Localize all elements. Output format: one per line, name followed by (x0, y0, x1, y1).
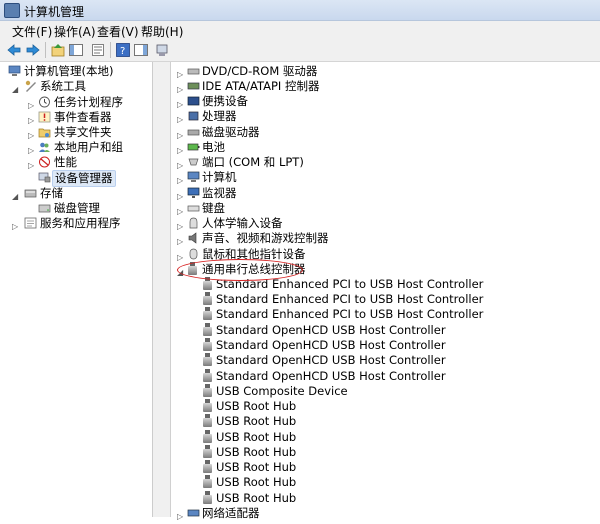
portable-device-icon (187, 96, 200, 106)
toolbar: ? (0, 39, 600, 62)
svg-text:?: ? (120, 46, 125, 57)
expand-icon[interactable]: ▷ (177, 128, 183, 143)
ide-controller-icon (187, 82, 200, 90)
menu-help[interactable]: 帮助(H) (141, 23, 183, 40)
storage-icon (24, 189, 37, 198)
expand-icon[interactable]: ▷ (177, 82, 183, 97)
title-bar: 计算机管理 (0, 0, 600, 21)
monitor-icon (187, 187, 200, 198)
performance-icon (39, 156, 50, 168)
expand-icon[interactable]: ▷ (28, 143, 34, 158)
menu-view[interactable]: 查看(V) (97, 23, 139, 40)
device-tree: ▷ DVD/CD-ROM 驱动器 ▷ IDE ATA/ATAPI 控制器 ▷ 便… (171, 62, 600, 521)
usb-device-icon (203, 369, 213, 383)
disk-management-icon (38, 204, 51, 213)
menu-action[interactable]: 操作(A) (54, 23, 96, 40)
usb-device-icon (203, 460, 213, 474)
help-icon[interactable]: ? (115, 42, 131, 58)
expand-icon[interactable]: ▷ (177, 250, 183, 265)
view-icon[interactable] (133, 42, 149, 58)
port-icon (188, 158, 199, 166)
usb-device-icon (203, 399, 213, 413)
usb-device-icon (203, 445, 213, 459)
expand-icon[interactable]: ▷ (177, 97, 183, 112)
collapse-icon[interactable]: ◢ (12, 82, 18, 97)
show-hide-tree-icon[interactable] (68, 42, 84, 58)
toolbar-separator (110, 42, 111, 58)
expand-icon[interactable]: ▷ (177, 189, 183, 204)
toolbar-separator (45, 42, 46, 58)
computer-management-icon (4, 3, 20, 18)
system-tools-icon (25, 80, 36, 92)
properties-icon[interactable] (90, 42, 106, 58)
network-adapter-icon (187, 509, 200, 517)
usb-device-icon (203, 475, 213, 489)
speaker-icon (188, 232, 197, 244)
device-manager-icon (38, 172, 51, 183)
users-icon (39, 142, 50, 152)
mouse-icon (189, 248, 198, 260)
dvd-drive-icon (187, 68, 200, 75)
clock-icon (39, 96, 50, 108)
computer-management-icon (8, 65, 21, 76)
expand-icon[interactable]: ▷ (177, 158, 183, 173)
update-driver-icon[interactable] (154, 42, 170, 58)
expand-icon[interactable]: ▷ (177, 234, 183, 249)
usb-device-icon (203, 338, 213, 352)
expand-icon[interactable]: ▷ (177, 219, 183, 234)
usb-device-icon (203, 384, 213, 398)
usb-device-icon (203, 414, 213, 428)
usb-device-icon (203, 353, 213, 367)
navigation-tree: 计算机管理(本地) ◢ 系统工具 ▷ 任务计划程序 ▷ 事件查看器 ▷ 共享文件… (0, 62, 153, 517)
menu-file[interactable]: 文件(F) (12, 23, 52, 40)
expand-icon[interactable]: ▷ (177, 173, 183, 188)
usb-device-icon (203, 323, 213, 337)
expand-icon[interactable]: ▷ (177, 143, 183, 158)
usb-device-icon (203, 307, 213, 321)
menu-bar: 文件(F) 操作(A) 查看(V) 帮助(H) (0, 21, 600, 39)
expand-icon[interactable]: ▷ (177, 204, 183, 219)
disk-drive-icon (187, 129, 200, 136)
battery-icon (187, 143, 200, 151)
collapse-icon[interactable]: ◢ (12, 189, 18, 204)
usb-device-icon (203, 430, 213, 444)
window-title: 计算机管理 (24, 5, 85, 19)
event-viewer-icon (38, 111, 51, 123)
expand-icon[interactable]: ▷ (177, 67, 183, 82)
services-icon (24, 217, 37, 229)
expand-icon[interactable]: ▷ (12, 219, 18, 234)
shared-folder-icon (38, 128, 51, 138)
processor-icon (188, 111, 199, 121)
computer-icon (187, 171, 200, 182)
keyboard-icon (187, 205, 200, 212)
up-icon[interactable] (50, 42, 66, 58)
expand-icon[interactable]: ▷ (177, 112, 183, 127)
expand-icon[interactable]: ▷ (28, 128, 34, 143)
expand-icon[interactable]: ▷ (28, 113, 34, 128)
forward-icon[interactable] (25, 42, 41, 58)
usb-device-icon (203, 491, 213, 505)
hid-icon (189, 217, 198, 229)
highlight-oval (177, 259, 303, 281)
expand-icon[interactable]: ▷ (28, 98, 34, 113)
usb-device-icon (203, 292, 213, 306)
pane-splitter[interactable] (153, 62, 171, 517)
back-icon[interactable] (6, 42, 22, 58)
expand-icon[interactable]: ▷ (28, 158, 34, 173)
